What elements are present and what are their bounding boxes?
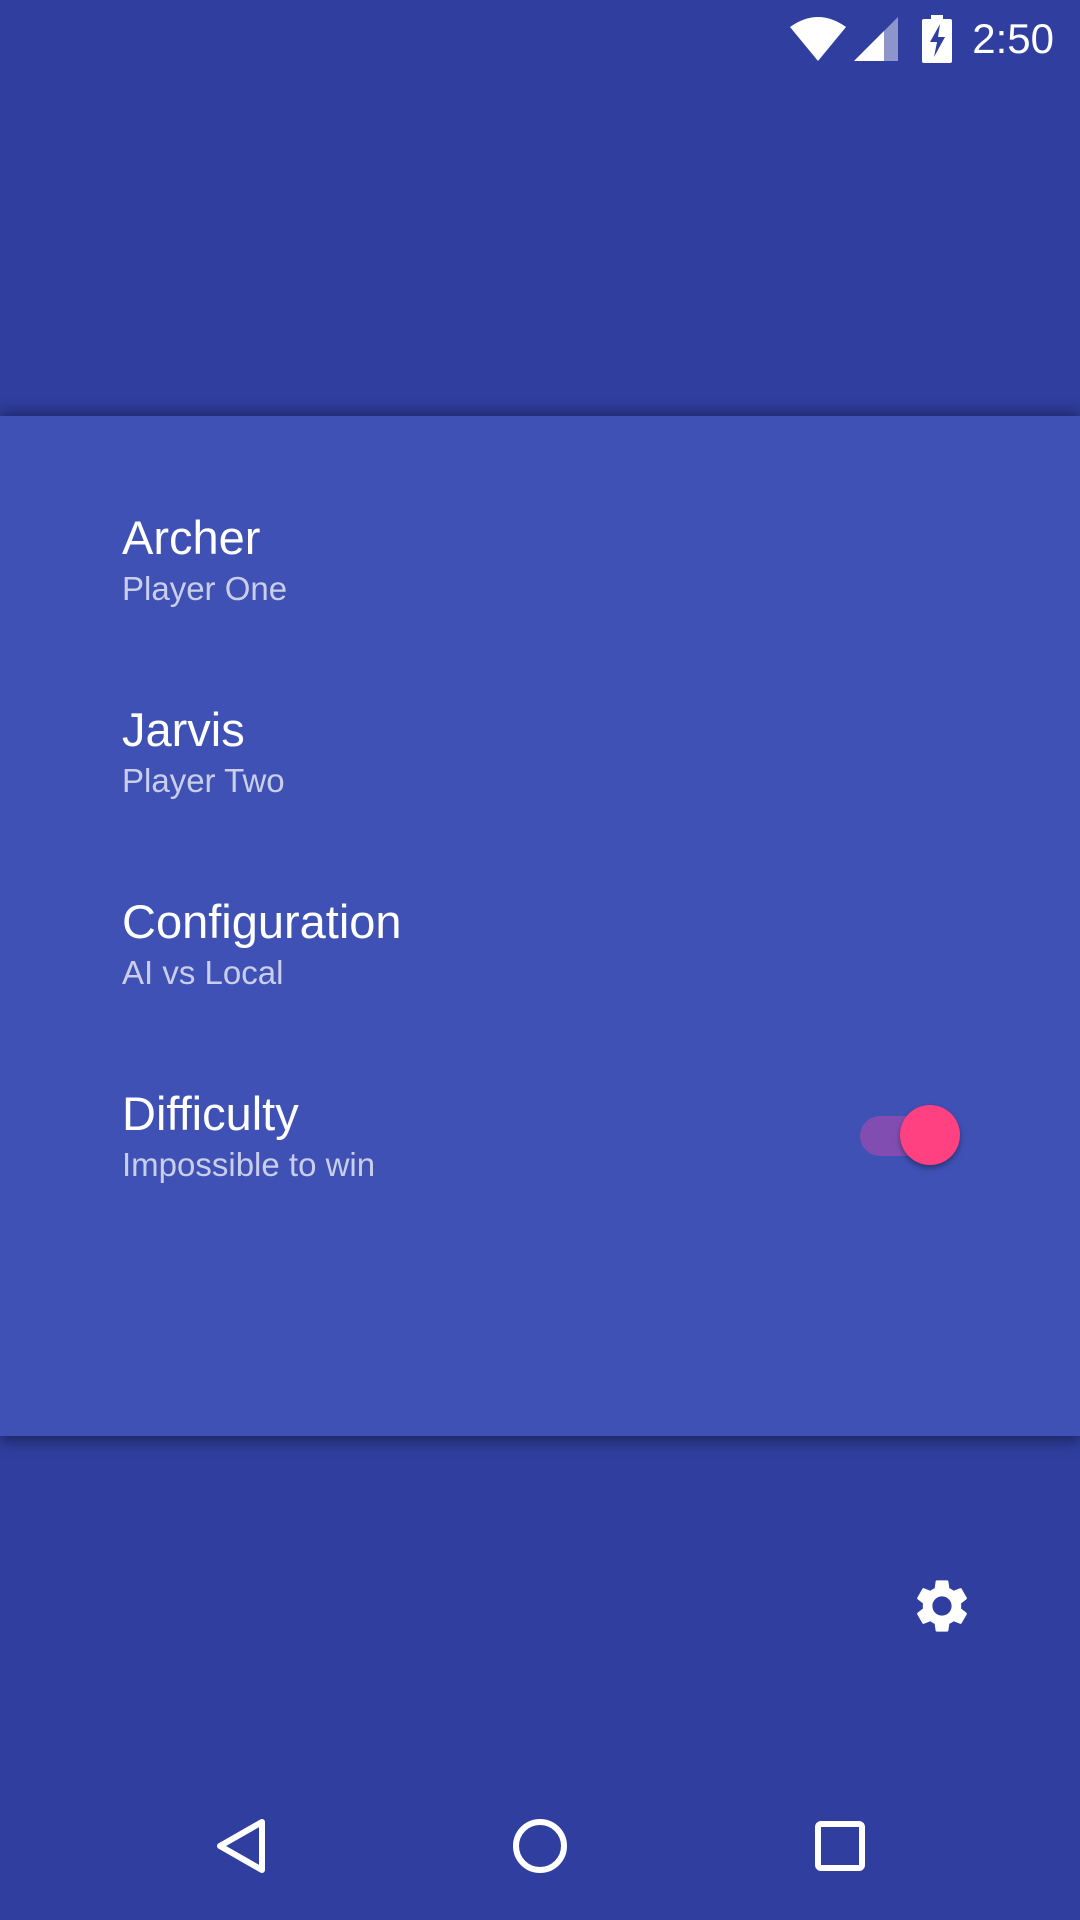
difficulty-toggle[interactable] (856, 1096, 966, 1176)
settings-panel: Archer Player One Jarvis Player Two Conf… (0, 416, 1080, 1436)
setting-title: Difficulty (122, 1087, 299, 1140)
wifi-icon (790, 17, 847, 61)
setting-title: Jarvis (122, 703, 245, 756)
status-time: 2:50 (972, 15, 1054, 62)
setting-player-one[interactable]: Archer Player One (122, 508, 1022, 658)
back-icon (210, 1816, 270, 1880)
settings-button[interactable] (904, 1570, 980, 1646)
navigation-bar (0, 1776, 1080, 1920)
cell-signal-icon (854, 17, 899, 61)
setting-subtitle: Player Two (122, 762, 285, 799)
status-bar: 2:50 (0, 0, 1080, 78)
setting-subtitle: Impossible to win (122, 1146, 376, 1183)
toggle-thumb[interactable] (900, 1105, 960, 1165)
setting-title: Configuration (122, 895, 402, 948)
recents-icon (812, 1818, 868, 1878)
status-icons: 2:50 (790, 10, 1054, 68)
recents-button[interactable] (790, 1798, 890, 1898)
gear-icon (910, 1574, 974, 1642)
back-button[interactable] (190, 1798, 290, 1898)
setting-player-two[interactable]: Jarvis Player Two (122, 700, 1022, 850)
battery-charging-icon (922, 15, 953, 63)
setting-title: Archer (122, 511, 261, 564)
setting-subtitle: AI vs Local (122, 954, 284, 991)
setting-subtitle: Player One (122, 570, 288, 607)
setting-configuration[interactable]: Configuration AI vs Local (122, 892, 1022, 1042)
home-button[interactable] (490, 1798, 590, 1898)
home-icon (510, 1816, 570, 1880)
